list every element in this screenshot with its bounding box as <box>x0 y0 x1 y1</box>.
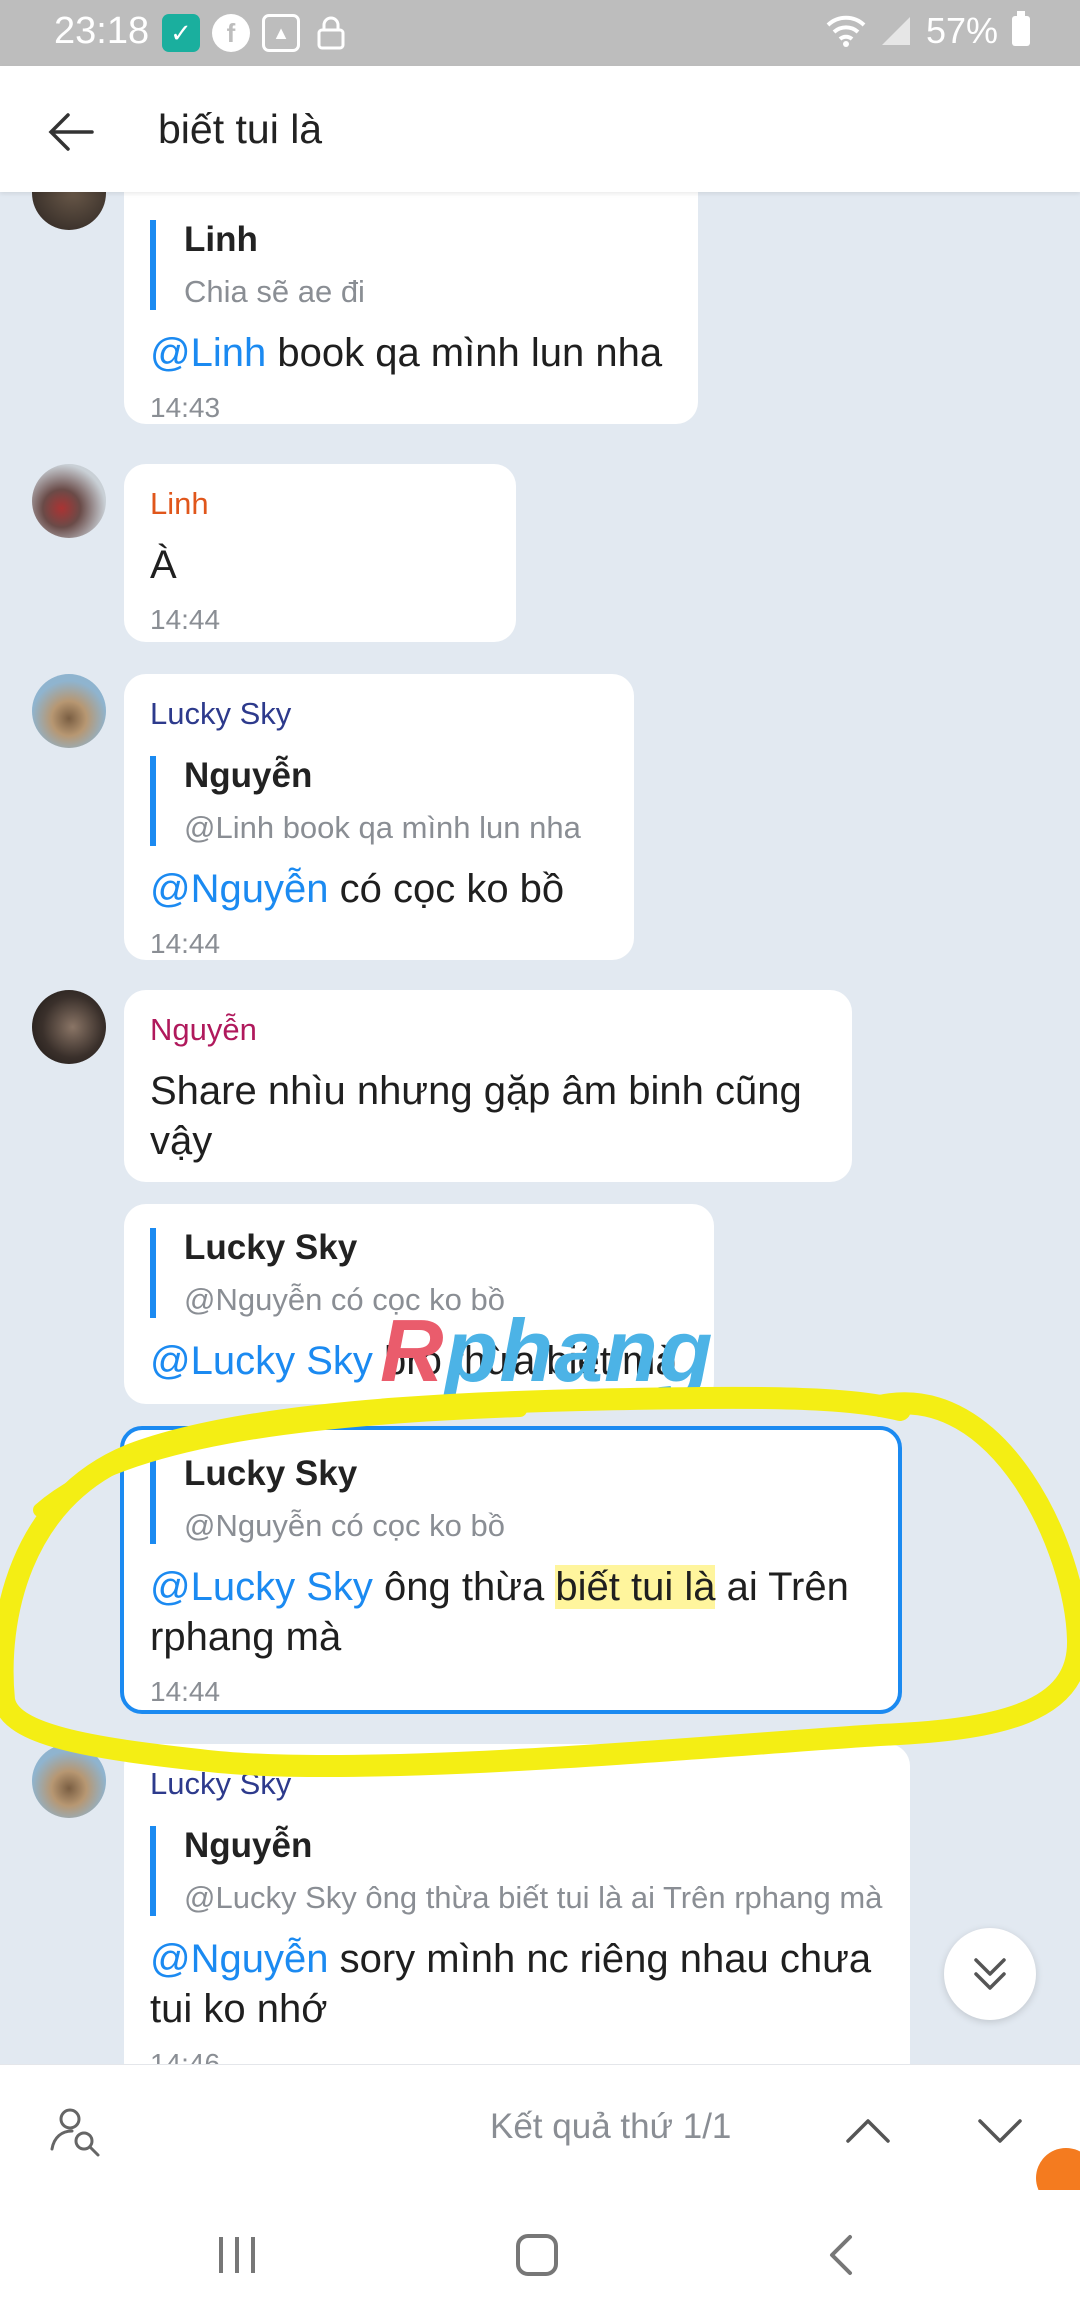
message-bubble[interactable]: Lucky Sky Nguyễn @Lucky Sky ông thừa biế… <box>124 1744 910 2064</box>
chevron-down-icon <box>978 2119 1022 2143</box>
reply-quote[interactable]: Lucky Sky @Nguyễn có cọc ko bồ <box>150 1454 872 1544</box>
user-search-icon <box>50 2108 100 2157</box>
quote-name: Lucky Sky <box>184 1454 358 1493</box>
recent-apps-button[interactable] <box>202 2220 272 2290</box>
message-bubble[interactable]: Linh À 14:44 <box>124 464 516 642</box>
mention[interactable]: @Linh <box>150 331 266 375</box>
message-text: À <box>150 543 177 587</box>
mention[interactable]: @Nguyễn <box>150 867 328 911</box>
quote-name: Nguyễn <box>184 1826 313 1865</box>
sender-name[interactable]: Nguyễn <box>150 1012 826 1048</box>
quote-name: Lucky Sky <box>184 1228 358 1267</box>
home-icon <box>516 2234 558 2276</box>
quote-text: @Lucky Sky ông thừa biết tui là ai Trên … <box>184 1880 883 1915</box>
lock-icon <box>312 14 350 52</box>
back-button[interactable] <box>42 102 102 162</box>
battery-percent: 57% <box>925 10 998 51</box>
message-bubble[interactable]: Lucky Sky Nguyễn @Linh book qa mình lun … <box>124 674 634 960</box>
search-navigation-bar: Kết quả thứ 1/1 <box>0 2064 1080 2191</box>
previous-result-button[interactable] <box>840 2103 896 2159</box>
mention[interactable]: @Lucky Sky <box>150 1565 373 1609</box>
search-member-button[interactable] <box>46 2101 106 2161</box>
status-right: 57% <box>826 10 1030 52</box>
sender-name[interactable]: Lucky Sky <box>150 696 608 732</box>
reply-quote[interactable]: Nguyễn @Lucky Sky ông thừa biết tui là a… <box>150 1826 884 1916</box>
back-arrow-icon <box>48 113 94 151</box>
avatar[interactable] <box>32 464 106 538</box>
back-nav-icon <box>830 2235 852 2275</box>
signal-icon <box>881 17 910 45</box>
message-time: 14:43 <box>150 392 221 423</box>
avatar[interactable] <box>32 674 106 748</box>
search-header: biết tui là <box>0 66 1080 192</box>
message-time: 14:44 <box>150 604 221 635</box>
message-time: 14:44 <box>150 928 221 959</box>
search-result-count: Kết quả thứ 1/1 <box>490 2107 732 2146</box>
message-bubble[interactable]: Linh Chia sẽ ae đi @Linh book qa mình lu… <box>124 192 698 424</box>
status-time: 23:18 <box>54 10 150 52</box>
system-nav-bar <box>0 2190 1080 2316</box>
message-text: @Nguyễn sory mình nc riêng nhau chưa tui… <box>150 1937 872 2031</box>
chevron-up-icon <box>846 2119 890 2143</box>
search-highlight: biết tui là <box>555 1565 716 1609</box>
message-text: Share nhìu nhưng gặp âm binh cũng vậy <box>150 1069 802 1163</box>
gallery-icon: ▲ <box>262 14 300 52</box>
avatar[interactable] <box>32 990 106 1064</box>
sender-name[interactable]: Lucky Sky <box>150 1766 884 1802</box>
home-button[interactable] <box>502 2220 572 2290</box>
task-check-icon: ✓ <box>162 14 200 52</box>
quote-text: Chia sẽ ae đi <box>184 274 365 309</box>
search-result-message[interactable]: Lucky Sky @Nguyễn có cọc ko bồ @Lucky Sk… <box>120 1426 902 1714</box>
status-bar: 23:18 ✓ f ▲ 57% <box>0 0 1080 66</box>
message-bubble[interactable]: Nguyễn Share nhìu nhưng gặp âm binh cũng… <box>124 990 852 1182</box>
sender-name[interactable]: Linh <box>150 486 490 522</box>
mention[interactable]: @Nguyễn <box>150 1937 328 1981</box>
reply-quote[interactable]: Nguyễn @Linh book qa mình lun nha <box>150 756 608 846</box>
message-text: @Nguyễn có cọc ko bồ <box>150 867 565 911</box>
avatar[interactable] <box>32 1744 106 1818</box>
facebook-icon: f <box>212 14 250 52</box>
battery-icon <box>1012 11 1030 46</box>
recent-apps-icon <box>219 2237 255 2273</box>
message-text: @Lucky Sky ông thừa biết tui là ai Trên … <box>150 1565 849 1659</box>
scroll-to-bottom-button[interactable] <box>944 1928 1036 2020</box>
message-time: 14:46 <box>150 2048 221 2064</box>
notification-icons: ✓ f ▲ <box>162 14 350 52</box>
wifi-icon <box>826 15 866 47</box>
back-nav-button[interactable] <box>806 2220 876 2290</box>
avatar[interactable] <box>32 192 106 230</box>
double-chevron-down-icon <box>974 1958 1006 1990</box>
next-result-button[interactable] <box>972 2103 1028 2159</box>
chat-area[interactable]: Linh Chia sẽ ae đi @Linh book qa mình lu… <box>0 192 1080 2064</box>
quote-text: @Linh book qa mình lun nha <box>184 810 581 845</box>
quote-name: Nguyễn <box>184 756 313 795</box>
reply-quote[interactable]: Linh Chia sẽ ae đi <box>150 220 672 310</box>
watermark-logo: Rphang <box>380 1301 714 1400</box>
quote-text: @Nguyễn có cọc ko bồ <box>184 1508 505 1543</box>
mention[interactable]: @Lucky Sky <box>150 1339 373 1383</box>
message-text: @Linh book qa mình lun nha <box>150 331 663 375</box>
message-time: 14:44 <box>150 1676 221 1707</box>
quote-name: Linh <box>184 220 258 259</box>
search-query[interactable]: biết tui là <box>158 106 322 153</box>
